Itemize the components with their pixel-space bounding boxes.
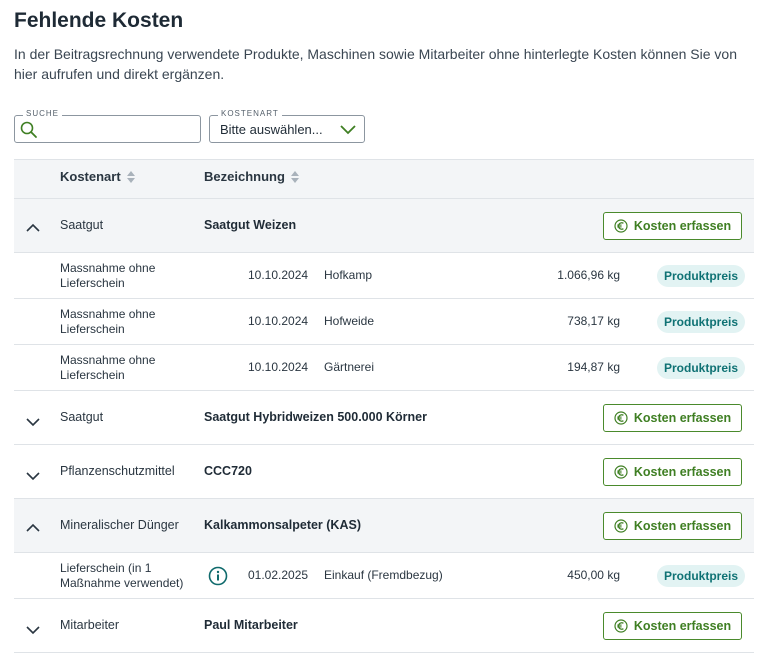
detail-row: Massnahme ohne Lieferschein 10.10.2024 Gär… bbox=[14, 345, 754, 391]
status-badge: Produktpreis bbox=[657, 357, 746, 379]
row-bezeichnung: CCC720 bbox=[204, 464, 252, 478]
detail-kind: Massnahme ohne Lieferschein bbox=[60, 261, 156, 290]
kostenart-label: KOSTENART bbox=[218, 109, 282, 119]
row-bezeichnung: Saatgut Hybridweizen 500.000 Körner bbox=[204, 410, 427, 424]
detail-date: 10.10.2024 bbox=[248, 360, 309, 374]
detail-date: 01.02.2025 bbox=[248, 568, 309, 582]
sort-icon bbox=[290, 171, 299, 183]
detail-date: 10.10.2024 bbox=[248, 314, 309, 328]
table-row: Mitarbeiter Paul Mitarbeiter Kosten erfass… bbox=[14, 599, 754, 653]
row-kostenart: Mineralischer Dünger bbox=[60, 518, 179, 532]
detail-place: Gärtnerei bbox=[324, 360, 375, 374]
detail-quantity: 194,87 kg bbox=[567, 360, 620, 374]
chevron-up-icon[interactable] bbox=[26, 523, 40, 533]
kosten-erfassen-button[interactable]: Kosten erfassen bbox=[603, 512, 742, 540]
expand-toggle[interactable] bbox=[26, 220, 40, 238]
row-kostenart: Saatgut bbox=[60, 410, 104, 424]
column-header-bezeichnung-label: Bezeichnung bbox=[204, 169, 285, 184]
page-title: Fehlende Kosten bbox=[14, 9, 184, 32]
detail-date: 10.10.2024 bbox=[248, 268, 309, 282]
table-row: Mineralischer Dünger Kalkammonsalpeter (K… bbox=[14, 499, 754, 553]
kosten-erfassen-button[interactable]: Kosten erfassen bbox=[603, 404, 742, 432]
detail-place: Hofweide bbox=[324, 314, 375, 328]
expand-toggle[interactable] bbox=[26, 468, 40, 486]
detail-kind: Massnahme ohne Lieferschein bbox=[60, 307, 156, 336]
status-badge: Produktpreis bbox=[657, 311, 746, 333]
table-row: Saatgut Saatgut Hybridweizen 500.000 Körn… bbox=[14, 391, 754, 445]
page-description: In der Beitragsrechnung verwendete Produ… bbox=[14, 46, 737, 82]
chevron-down-icon[interactable] bbox=[26, 471, 40, 481]
kosten-erfassen-label: Kosten erfassen bbox=[633, 465, 732, 479]
row-bezeichnung: Saatgut Weizen bbox=[204, 218, 297, 232]
table-header: Kostenart Bezeichnung bbox=[14, 159, 754, 199]
kostenart-value: Bitte auswählen... bbox=[220, 122, 323, 137]
search-field[interactable]: SUCHE bbox=[14, 109, 201, 143]
kosten-erfassen-button[interactable]: Kosten erfassen bbox=[603, 212, 742, 240]
kosten-erfassen-label: Kosten erfassen bbox=[633, 519, 732, 533]
chevron-down-icon[interactable] bbox=[26, 417, 40, 427]
chevron-up-icon[interactable] bbox=[26, 223, 40, 233]
table-row: Pflanzenschutzmittel CCC720 Kosten erfasse… bbox=[14, 445, 754, 499]
euro-icon bbox=[614, 411, 628, 425]
detail-quantity: 738,17 kg bbox=[567, 314, 620, 328]
detail-quantity: 1.066,96 kg bbox=[557, 268, 620, 282]
euro-icon bbox=[614, 519, 628, 533]
kosten-erfassen-label: Kosten erfassen bbox=[633, 219, 732, 233]
chevron-down-icon bbox=[340, 125, 356, 135]
expand-toggle[interactable] bbox=[26, 520, 40, 538]
row-kostenart: Saatgut bbox=[60, 218, 104, 232]
kosten-erfassen-label: Kosten erfassen bbox=[633, 619, 732, 633]
row-bezeichnung: Paul Mitarbeiter bbox=[204, 618, 298, 632]
table-row: Saatgut Saatgut Weizen Kosten erfassen bbox=[14, 199, 754, 253]
column-header-bezeichnung[interactable]: Bezeichnung bbox=[204, 169, 299, 184]
expand-toggle[interactable] bbox=[26, 622, 40, 640]
missing-costs-table: Kostenart Bezeichnung Saatgut Saatgut Wei… bbox=[14, 159, 754, 653]
status-badge: Produktpreis bbox=[657, 265, 746, 287]
kosten-erfassen-label: Kosten erfassen bbox=[633, 411, 732, 425]
detail-row: Lieferschein (in 1 Maßnahme verwendet) 01… bbox=[14, 553, 754, 599]
row-kostenart: Mitarbeiter bbox=[60, 618, 120, 632]
detail-row: Massnahme ohne Lieferschein 10.10.2024 Hof… bbox=[14, 299, 754, 345]
column-header-kostenart-label: Kostenart bbox=[60, 169, 121, 184]
chevron-down-icon[interactable] bbox=[26, 625, 40, 635]
row-kostenart: Pflanzenschutzmittel bbox=[60, 464, 175, 478]
euro-icon bbox=[614, 219, 628, 233]
detail-quantity: 450,00 kg bbox=[567, 568, 620, 582]
kosten-erfassen-button[interactable]: Kosten erfassen bbox=[603, 458, 742, 486]
detail-kind: Lieferschein (in 1 Maßnahme verwendet) bbox=[60, 561, 184, 590]
row-bezeichnung: Kalkammonsalpeter (KAS) bbox=[204, 518, 361, 532]
search-label: SUCHE bbox=[23, 109, 63, 119]
search-icon bbox=[20, 121, 37, 138]
detail-row: Massnahme ohne Lieferschein 10.10.2024 Hof… bbox=[14, 253, 754, 299]
column-header-kostenart[interactable]: Kostenart bbox=[60, 169, 135, 184]
info-button[interactable] bbox=[208, 566, 228, 591]
kosten-erfassen-button[interactable]: Kosten erfassen bbox=[603, 612, 742, 640]
detail-kind: Massnahme ohne Lieferschein bbox=[60, 353, 156, 382]
info-icon[interactable] bbox=[208, 566, 228, 586]
status-badge: Produktpreis bbox=[657, 565, 746, 587]
detail-place: Einkauf (Fremdbezug) bbox=[324, 568, 443, 582]
euro-icon bbox=[614, 465, 628, 479]
detail-place: Hofkamp bbox=[324, 268, 373, 282]
kostenart-select[interactable]: KOSTENART Bitte auswählen... bbox=[209, 109, 365, 143]
expand-toggle[interactable] bbox=[26, 414, 40, 432]
sort-icon bbox=[126, 171, 135, 183]
euro-icon bbox=[614, 619, 628, 633]
